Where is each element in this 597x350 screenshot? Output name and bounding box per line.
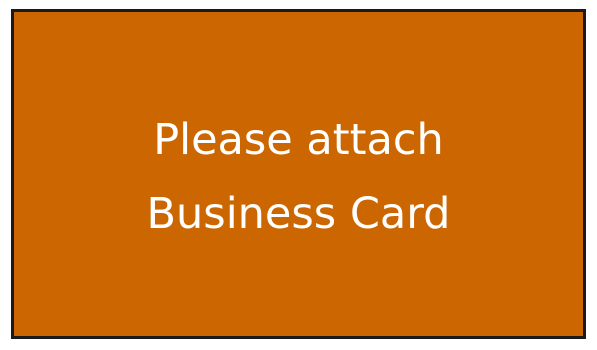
business-card-placeholder: Please attach Business Card xyxy=(11,9,586,339)
message-line-2: Business Card xyxy=(146,189,451,239)
message-line-1: Please attach xyxy=(153,115,444,165)
placeholder-message: Please attach Business Card xyxy=(147,103,451,251)
